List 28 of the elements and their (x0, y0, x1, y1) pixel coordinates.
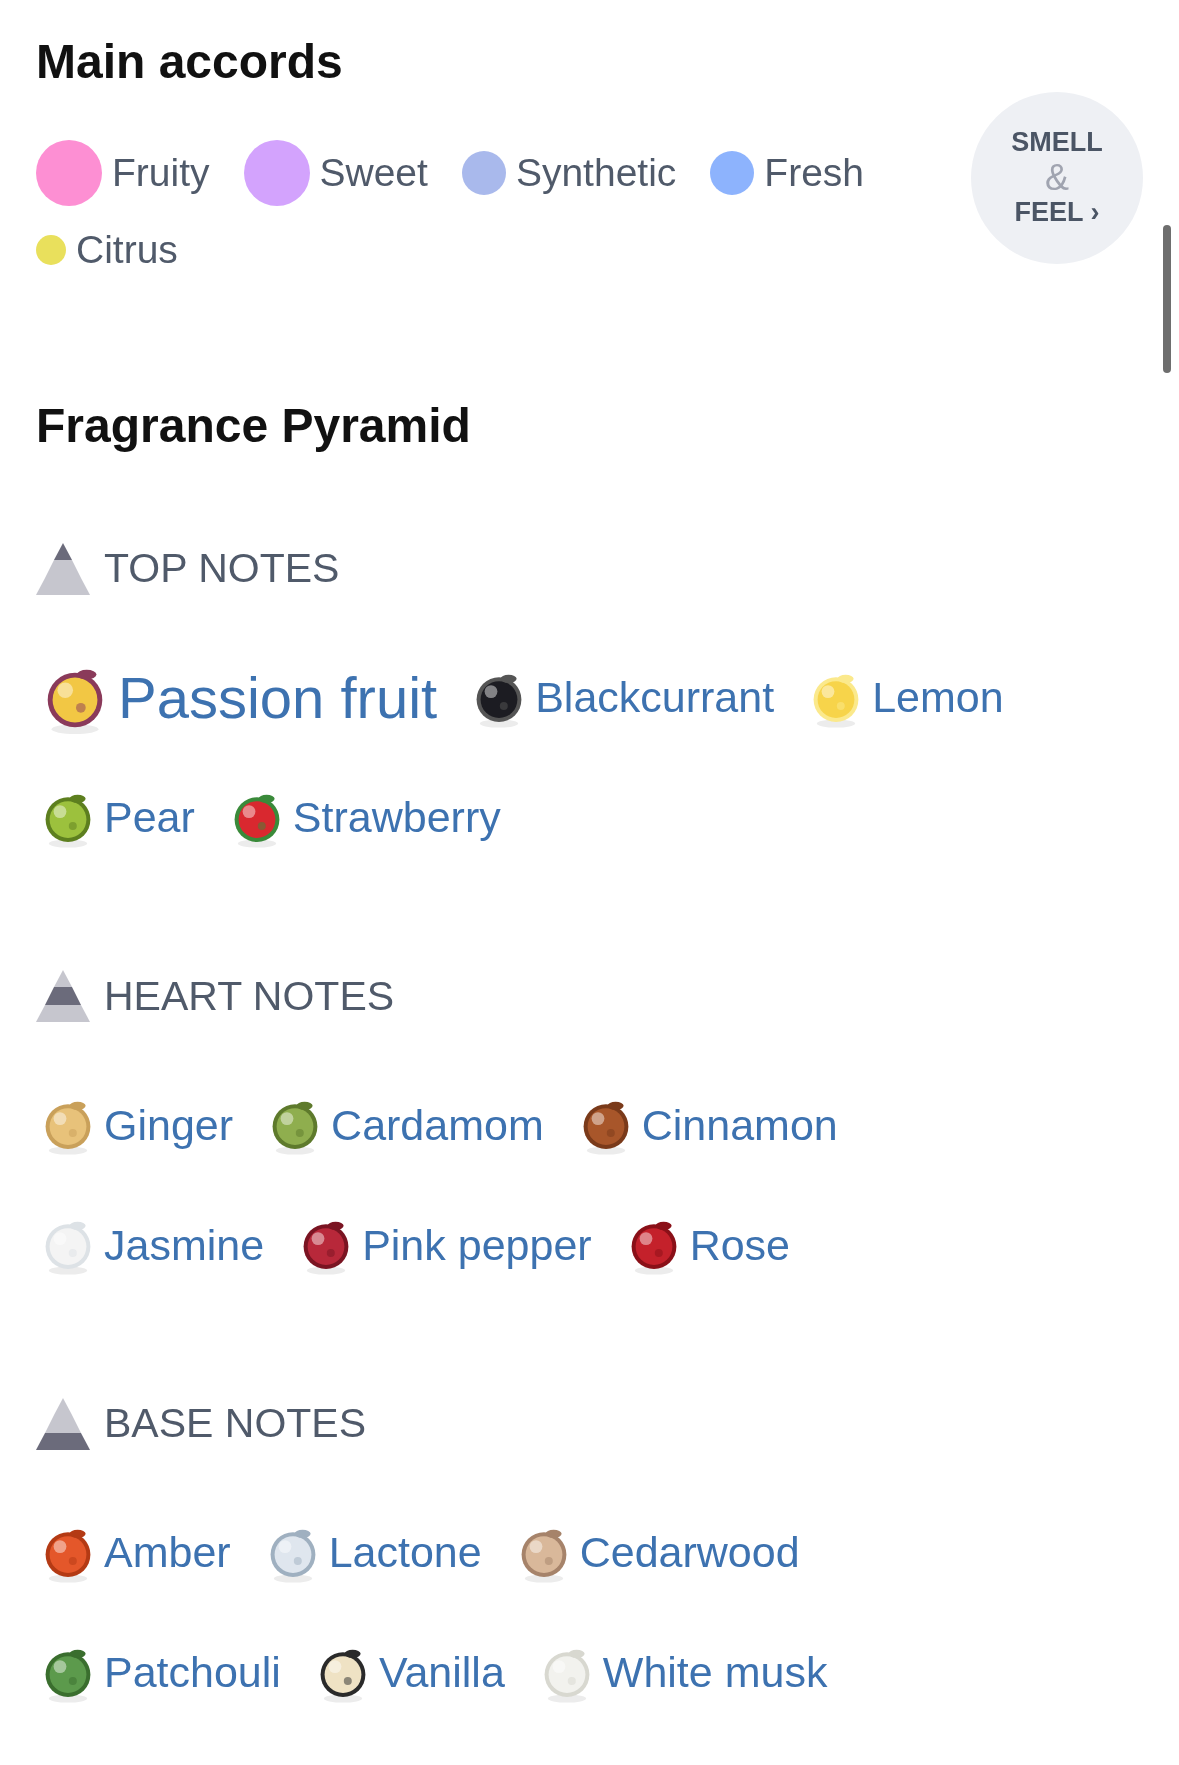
accord-label: Fresh (764, 150, 865, 196)
notes-heading: BASE NOTES (104, 1399, 366, 1448)
note-link[interactable]: White musk (602, 1651, 828, 1694)
note-link[interactable]: Passion fruit (118, 668, 438, 727)
note-link[interactable]: Rose (689, 1223, 790, 1267)
notes-heading: HEART NOTES (104, 971, 395, 1021)
note-link[interactable]: Lemon (872, 676, 1004, 719)
note-link[interactable]: Lactone (328, 1531, 482, 1574)
section-title: Main accords (36, 34, 344, 90)
accord-label: Synthetic (515, 150, 677, 196)
notes-heading: TOP NOTES (104, 544, 340, 593)
accord-label: Fruity (112, 150, 210, 196)
note-link[interactable]: Cinnamon (641, 1103, 838, 1147)
note-link[interactable]: Amber (104, 1531, 231, 1574)
note-link[interactable]: Patchouli (104, 1651, 281, 1694)
note-link[interactable]: Jasmine (104, 1223, 265, 1267)
note-link[interactable]: Strawberry (292, 796, 501, 839)
accord-label: Sweet (319, 150, 428, 196)
note-link[interactable]: Pink pepper (362, 1223, 592, 1267)
note-link[interactable]: Cardamom (331, 1103, 544, 1147)
note-link[interactable]: Blackcurrant (535, 676, 775, 719)
note-link[interactable]: Pear (104, 796, 195, 839)
smell-feel-button[interactable]: SMELL & FEEL › (971, 92, 1143, 264)
note-link[interactable]: Ginger (104, 1103, 234, 1147)
note-link[interactable]: Cedarwood (579, 1531, 800, 1574)
section-title: Fragrance Pyramid (36, 398, 472, 454)
accord-label: Citrus (76, 227, 178, 273)
note-link[interactable]: Vanilla (378, 1651, 505, 1694)
